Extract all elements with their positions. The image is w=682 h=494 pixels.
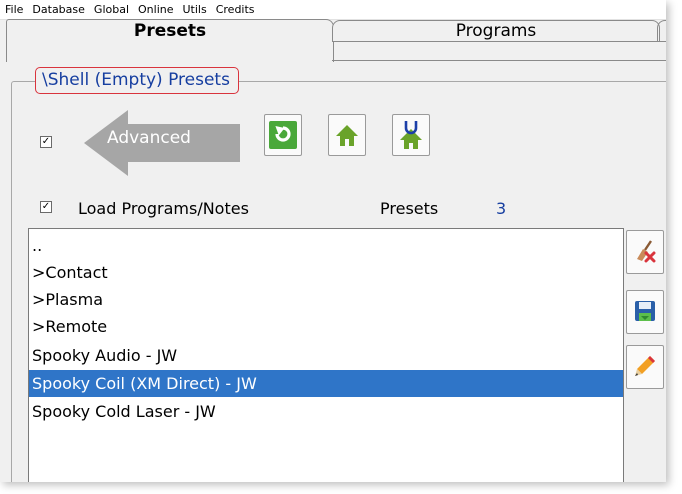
home-button[interactable]	[328, 114, 366, 156]
group-title: \Shell (Empty) Presets	[35, 67, 239, 94]
pencil-icon	[635, 356, 655, 376]
list-item-spooky-audio[interactable]: Spooky Audio - JW	[29, 342, 623, 369]
tab-presets-label: Presets	[133, 21, 207, 41]
load-programs-checkbox[interactable]: ✓	[40, 201, 52, 213]
broom-clear-icon	[637, 240, 656, 263]
presets-count-label: Presets	[380, 199, 439, 218]
tab-divider	[332, 60, 666, 61]
load-programs-label[interactable]: Load Programs/Notes	[78, 199, 249, 218]
list-item-spooky-cold-laser[interactable]: Spooky Cold Laser - JW	[29, 398, 623, 425]
menu-online[interactable]: Online	[134, 0, 177, 19]
list-item-contact[interactable]: >Contact	[29, 259, 623, 286]
save-button[interactable]	[626, 290, 664, 334]
tab-overflow[interactable]	[657, 20, 666, 42]
tab-programs-label: Programs	[455, 21, 537, 41]
presets-count-value: 3	[496, 199, 507, 218]
advanced-label[interactable]: Advanced	[107, 128, 191, 148]
list-item-spooky-coil[interactable]: Spooky Coil (XM Direct) - JW	[29, 370, 623, 397]
tab-strip: Presets Programs	[0, 19, 666, 62]
edit-button[interactable]	[626, 345, 664, 389]
tab-programs[interactable]: Programs	[332, 20, 660, 42]
menu-database[interactable]: Database	[28, 0, 89, 19]
list-item-plasma[interactable]: >Plasma	[29, 286, 623, 313]
menu-file[interactable]: File	[1, 0, 27, 19]
save-icon	[635, 301, 655, 321]
menu-credits[interactable]: Credits	[212, 0, 259, 19]
home-u-button[interactable]	[392, 114, 430, 156]
list-item-parent[interactable]: ..	[29, 232, 623, 259]
menu-global[interactable]: Global	[90, 0, 133, 19]
home-icon	[336, 125, 358, 146]
list-item-remote[interactable]: >Remote	[29, 313, 623, 340]
refresh-button[interactable]	[264, 114, 302, 156]
presets-list[interactable]: .. >Contact >Plasma >Remote Spooky Audio…	[28, 228, 624, 482]
menu-utils[interactable]: Utils	[179, 0, 211, 19]
advanced-checkbox[interactable]: ✓	[40, 136, 52, 148]
clear-button[interactable]	[626, 230, 664, 274]
menu-bar: File Database Global Online Utils Credits	[0, 0, 666, 20]
refresh-icon	[269, 121, 297, 149]
home-u-icon	[400, 121, 422, 149]
tab-presets[interactable]: Presets	[6, 19, 334, 62]
app-window: File Database Global Online Utils Credits Pre…	[0, 0, 666, 482]
